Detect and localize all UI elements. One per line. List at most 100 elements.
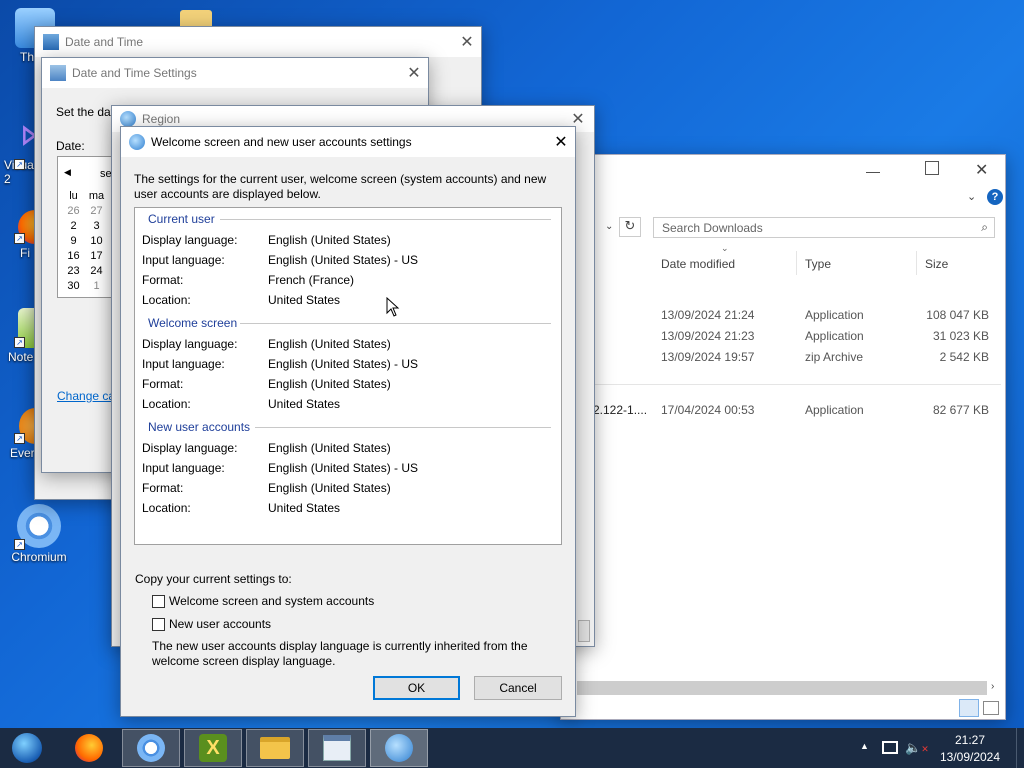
row-label: Input language: — [142, 357, 225, 371]
cancel-button[interactable]: Cancel — [474, 676, 562, 700]
section-heading-welcome-screen: Welcome screen — [148, 316, 238, 330]
mouse-cursor-icon — [386, 297, 400, 317]
taskbar-date-time[interactable] — [308, 729, 366, 767]
row-value: French (France) — [268, 273, 355, 287]
shortcut-arrow-icon: ↗ — [14, 159, 25, 170]
search-box[interactable]: Search Downloads ⌕ — [653, 217, 995, 238]
folder-icon — [260, 737, 290, 759]
section-heading-current-user: Current user — [148, 212, 215, 226]
calendar-day[interactable]: 26 — [62, 204, 85, 219]
calendar-day[interactable]: 10 — [85, 234, 108, 249]
row-value: English (United States) - US — [268, 253, 419, 267]
set-date-label: Set the dat — [56, 105, 115, 119]
refresh-button[interactable]: ↻ — [619, 217, 641, 237]
calendar-icon — [50, 65, 66, 81]
help-icon[interactable]: ? — [987, 189, 1003, 205]
globe-icon — [385, 734, 413, 762]
welcome-screen-checkbox-label[interactable]: Welcome screen and system accounts — [169, 594, 374, 608]
taskbar-region[interactable] — [370, 729, 428, 767]
change-calendar-link[interactable]: Change ca — [57, 389, 115, 403]
weekday-header: ma — [88, 190, 105, 202]
taskbar-chromium[interactable] — [122, 729, 180, 767]
welcome-screen-checkbox[interactable] — [152, 595, 165, 608]
clock-time[interactable]: 21:27 — [940, 733, 1000, 747]
new-user-accounts-checkbox-label[interactable]: New user accounts — [169, 617, 271, 631]
column-header-size[interactable]: Size — [919, 251, 999, 275]
scroll-right-arrow-icon[interactable]: › — [991, 681, 994, 692]
close-button[interactable]: ✕ — [394, 58, 434, 88]
row-label: Input language: — [142, 253, 225, 267]
show-desktop-button[interactable] — [1016, 728, 1024, 768]
calendar-day[interactable]: 16 — [62, 249, 85, 264]
shortcut-arrow-icon: ↗ — [14, 433, 25, 444]
chevron-down-icon[interactable]: ⌄ — [967, 190, 976, 203]
desktop-icon-chromium[interactable]: ↗ Chromium — [4, 504, 74, 564]
section-divider — [240, 323, 551, 324]
calendar-prev-button[interactable]: ◀ — [64, 167, 71, 178]
row-label: Display language: — [142, 337, 238, 351]
desktop-icon-label: Chromium — [11, 550, 67, 564]
row-value: United States — [268, 397, 341, 411]
welcome-settings-dialog[interactable]: Welcome screen and new user accounts set… — [120, 126, 576, 717]
file-row[interactable]: 13/09/2024 19:57 zip Archive 2 542 KB — [561, 347, 1005, 367]
calendar-day[interactable]: 27 — [85, 204, 108, 219]
explorer-window[interactable]: — ✕ ⌄ ? ⌄ ↻ Search Downloads ⌕ ⌄ Date mo… — [560, 154, 1006, 720]
calendar-day[interactable]: 9 — [62, 234, 85, 249]
shortcut-arrow-icon: ↗ — [14, 233, 25, 244]
calendar-day[interactable]: 2 — [62, 219, 85, 234]
file-row[interactable]: 13/09/2024 21:23 Application 31 023 KB — [561, 326, 1005, 346]
calendar-day[interactable]: 3 — [85, 219, 108, 234]
calendar-day[interactable]: 30 — [62, 279, 85, 294]
calendar-month: se — [100, 168, 112, 180]
window-title: Date and Time — [65, 35, 144, 49]
row-label: Display language: — [142, 233, 238, 247]
volume-muted-icon[interactable]: 🔈✕ — [905, 740, 929, 756]
file-row[interactable]: 2.122-1.... 17/04/2024 00:53 Application… — [561, 400, 1005, 420]
calendar-day[interactable]: 23 — [62, 264, 85, 279]
address-dropdown-icon[interactable]: ⌄ — [605, 221, 613, 232]
horizontal-scrollbar[interactable] — [577, 681, 987, 695]
taskbar-firefox[interactable] — [60, 729, 118, 767]
row-label: Format: — [142, 481, 184, 495]
taskbar-app-x[interactable]: X — [184, 729, 242, 767]
section-divider — [220, 219, 551, 220]
calendar-day[interactable]: 24 — [85, 264, 108, 279]
large-icons-view-button[interactable] — [983, 701, 999, 715]
calendar-day[interactable]: 17 — [85, 249, 108, 264]
row-label: Location: — [142, 293, 191, 307]
maximize-button[interactable] — [925, 161, 939, 175]
globe-icon — [129, 134, 145, 150]
taskbar-file-explorer[interactable] — [246, 729, 304, 767]
region-apply-button-edge — [578, 620, 590, 642]
show-hidden-icons-button[interactable]: ▲ — [860, 741, 869, 751]
close-button[interactable]: ✕ — [975, 160, 988, 180]
column-header-date[interactable]: ⌄ Date modified — [655, 243, 797, 275]
details-view-button[interactable] — [959, 699, 979, 717]
clock-date[interactable]: 13/09/2024 — [935, 750, 1005, 764]
row-label: Format: — [142, 273, 184, 287]
row-label: Location: — [142, 501, 191, 515]
window-title: Date and Time Settings — [72, 66, 197, 80]
network-icon[interactable] — [882, 741, 898, 754]
shortcut-arrow-icon: ↗ — [14, 539, 25, 550]
calendar-day[interactable]: 1 — [85, 279, 108, 294]
ok-button[interactable]: OK — [373, 676, 460, 700]
column-header-type[interactable]: Type — [799, 251, 917, 275]
chromium-icon — [137, 734, 165, 762]
start-button[interactable] — [0, 729, 54, 767]
copy-settings-label: Copy your current settings to: — [135, 572, 292, 586]
group-divider — [591, 384, 1001, 385]
calendar-clock-icon — [323, 735, 351, 761]
file-row[interactable]: 13/09/2024 21:24 Application 108 047 KB — [561, 305, 1005, 325]
row-value: United States — [268, 293, 341, 307]
close-button[interactable]: ✕ — [447, 27, 487, 57]
dialog-title: Welcome screen and new user accounts set… — [151, 135, 412, 149]
firefox-icon — [75, 734, 103, 762]
new-user-accounts-checkbox[interactable] — [152, 618, 165, 631]
close-button[interactable]: ✕ — [541, 127, 581, 157]
globe-icon — [120, 111, 136, 127]
row-label: Location: — [142, 397, 191, 411]
section-heading-new-user-accounts: New user accounts — [148, 420, 251, 434]
minimize-button[interactable]: — — [861, 163, 885, 179]
intro-text: The settings for the current user, welco… — [134, 172, 547, 201]
